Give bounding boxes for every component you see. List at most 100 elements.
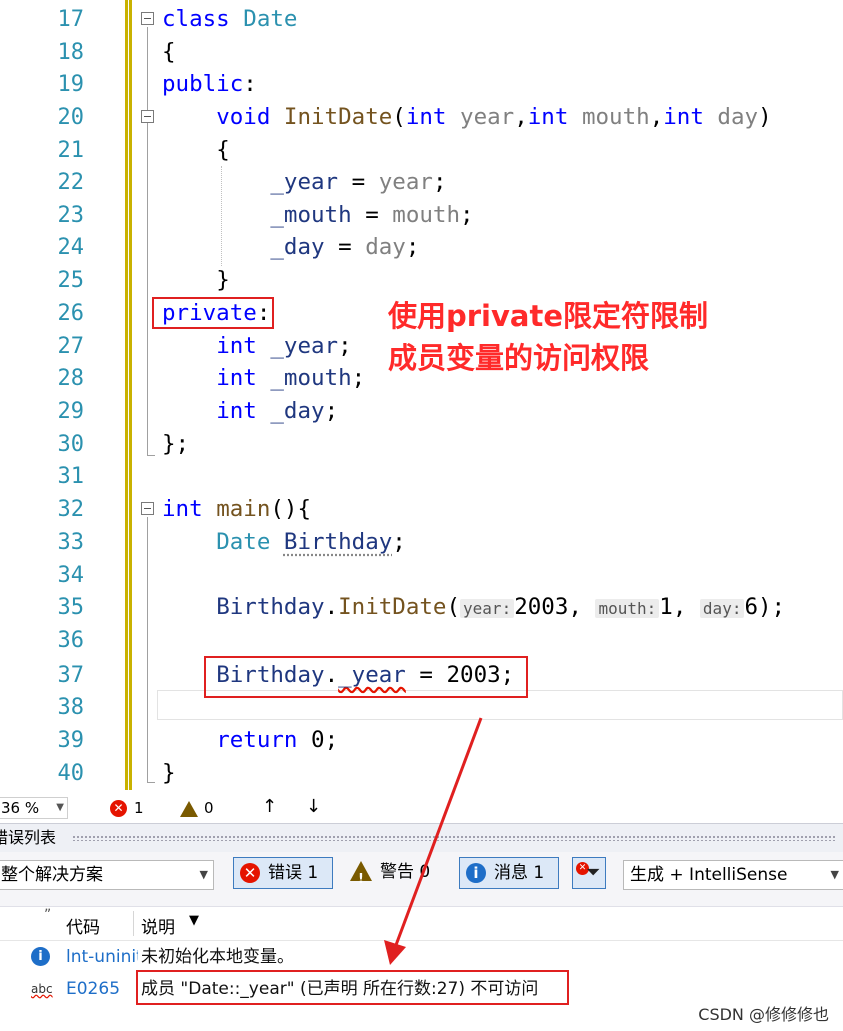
line-number: 20 (57, 105, 85, 130)
error-icon[interactable]: ✕ (110, 800, 127, 817)
errors-filter-label: 错误 1 (268, 863, 319, 883)
zoom-select[interactable]: 36 % ▼ (0, 797, 68, 819)
brace: { (162, 39, 176, 65)
panel-title: 错误列表 (0, 828, 57, 847)
watermark: CSDN @修修修也 (698, 1005, 829, 1024)
line-number: 17 (57, 7, 85, 32)
code-line-19: 19 public: (0, 68, 843, 101)
line-number: 25 (57, 268, 85, 293)
info-icon: i (466, 863, 486, 883)
error-count: 1 (134, 799, 144, 817)
arrow-down-icon[interactable]: ↓ (306, 796, 321, 817)
member-var: _mouth (270, 365, 352, 391)
local-var: Birthday (216, 594, 325, 620)
line-number: 29 (57, 399, 85, 424)
warning-icon (350, 861, 372, 895)
code-line-36: 36 (0, 624, 843, 657)
chevron-down-icon: ▼ (830, 868, 839, 881)
messages-filter-button[interactable]: i 消息 1 (459, 857, 559, 889)
type-name: Date (243, 6, 298, 32)
line-number: 27 (57, 334, 85, 359)
funnel-icon: ⏷ (586, 862, 601, 883)
code-line-40: 40 } (0, 757, 843, 790)
keyword: int (405, 104, 447, 130)
sort-indicator-icon[interactable]: ˮ (44, 907, 51, 923)
error-code[interactable]: E0265 (66, 973, 138, 1005)
warnings-filter-label: 警告 0 (380, 862, 431, 882)
member-var: _mouth (270, 202, 352, 228)
keyword: class (162, 6, 230, 32)
line-number: 38 (57, 695, 85, 720)
line-number: 28 (57, 366, 85, 391)
code-line-35: 35 Birthday.InitDate(year: 2003, mouth: 1,… (0, 591, 843, 624)
colon: : (243, 71, 257, 97)
keyword: public (162, 71, 244, 97)
line-number: 40 (57, 761, 85, 786)
arrow-up-icon[interactable]: ↑ (262, 796, 277, 817)
keyword: int (216, 365, 257, 391)
keyword: int (216, 398, 257, 424)
param: day (717, 104, 759, 130)
annotation-line-2: 成员变量的访问权限 (388, 341, 650, 375)
info-icon: i (31, 947, 50, 966)
panel-title-bar[interactable]: 错误列表 (0, 823, 843, 853)
build-source-select[interactable]: 生成 + IntelliSense ▼ (623, 860, 843, 890)
error-list-header: ˮ 代码 说明 ▼ (0, 907, 843, 941)
error-code[interactable]: lnt-uninit (66, 941, 138, 973)
filter-button[interactable]: ✕ ⏷ (572, 857, 606, 889)
param: mouth (392, 202, 461, 228)
keyword: void (216, 104, 271, 130)
error-icon: ✕ (240, 863, 260, 883)
code-line-30: 30 }; (0, 428, 843, 461)
highlight-box-error-message (136, 970, 569, 1005)
warning-icon[interactable] (180, 801, 198, 817)
code-line-31: 31 (0, 460, 843, 493)
scope-value: 整个解决方案 (1, 865, 103, 885)
line-number: 36 (57, 628, 85, 653)
brace: } (216, 267, 230, 293)
brace: { (216, 137, 230, 163)
function-name: InitDate (338, 594, 447, 620)
errors-filter-button[interactable]: ✕ 错误 1 (233, 857, 333, 889)
code-editor[interactable]: 17 class Date 18 { 19 public: 20 void In… (0, 0, 843, 795)
code-line-23: 23 _mouth = mouth; (0, 199, 843, 232)
code-line-32: 32 int main(){ (0, 493, 843, 526)
warnings-filter-button[interactable]: 警告 0 (346, 857, 442, 895)
column-header-description[interactable]: 说明 (141, 913, 175, 938)
line-number: 18 (57, 40, 85, 65)
code-line-21: 21 { (0, 134, 843, 167)
column-header-code[interactable]: 代码 (66, 913, 100, 938)
annotation-line-1: 使用private限定符限制 (388, 299, 709, 333)
local-var: Birthday (283, 529, 393, 555)
member-var: _year (270, 169, 339, 195)
line-number: 21 (57, 138, 85, 163)
code-line-22: 22 _year = year; (0, 166, 843, 199)
brace: { (297, 496, 312, 522)
inlay-hint-day: day: (699, 599, 745, 618)
drag-grip[interactable] (72, 835, 837, 841)
chevron-down-icon: ▼ (56, 802, 64, 813)
param: day (365, 234, 406, 260)
chevron-down-icon[interactable]: ▼ (189, 913, 199, 928)
line-number: 33 (57, 530, 85, 555)
scope-select[interactable]: 整个解决方案 ▼ (0, 860, 214, 890)
line-number: 24 (57, 235, 85, 260)
zoom-value: 36 % (1, 799, 40, 817)
code-line-17: 17 class Date (0, 3, 843, 36)
error-row[interactable]: i lnt-uninit 未初始化本地变量。 (0, 941, 843, 973)
param: year (378, 169, 433, 195)
number-literal: 2003 (514, 594, 569, 620)
number-literal: 1 (659, 594, 673, 620)
inlay-hint-mouth: mouth: (595, 599, 660, 618)
number-literal: 6 (744, 594, 758, 620)
line-number: 23 (57, 203, 85, 228)
function-name: InitDate (283, 104, 393, 130)
column-divider[interactable] (133, 911, 134, 936)
line-number: 35 (57, 595, 85, 620)
line-number: 32 (57, 497, 85, 522)
code-line-33: 33 Date Birthday; (0, 526, 843, 559)
error-description: 未初始化本地变量。 (141, 947, 294, 967)
line-number: 39 (57, 728, 85, 753)
code-line-25: 25 } (0, 264, 843, 297)
line-number: 19 (57, 72, 85, 97)
